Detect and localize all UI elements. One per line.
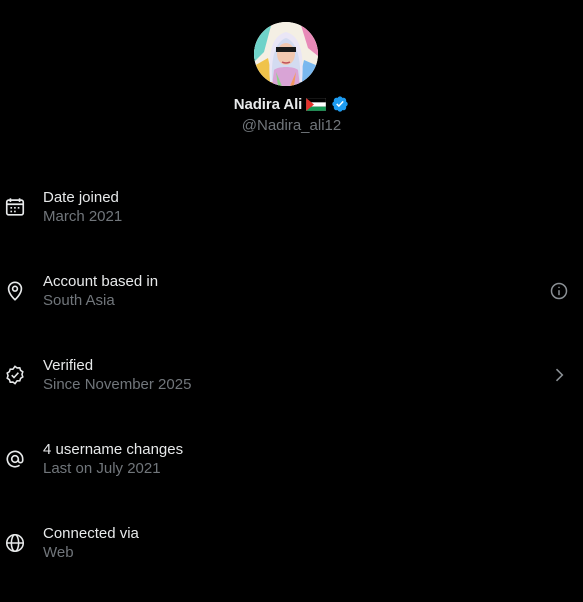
row-text: 4 username changes Last on July 2021 bbox=[43, 440, 183, 479]
row-text: Account based in South Asia bbox=[43, 272, 158, 311]
avatar[interactable] bbox=[254, 22, 318, 86]
at-sign-icon bbox=[4, 448, 26, 470]
row-title: Verified bbox=[43, 357, 94, 374]
row-subtitle: March 2021 bbox=[43, 208, 123, 225]
info-row-username-changes: 4 username changes Last on July 2021 bbox=[0, 418, 583, 502]
location-pin-icon bbox=[4, 280, 26, 302]
handle: @Nadira_ali12 bbox=[241, 117, 342, 134]
name-row: Nadira Ali bbox=[0, 94, 583, 114]
profile-header: Nadira Ali @Nadira_ali12 bbox=[0, 0, 583, 140]
info-row-connected-via: Connected via Web bbox=[0, 502, 583, 586]
chevron-right-icon[interactable] bbox=[549, 365, 569, 385]
info-row-account-based-in: Account based in South Asia bbox=[0, 250, 583, 334]
info-icon[interactable] bbox=[549, 281, 569, 301]
row-subtitle: Web bbox=[43, 544, 74, 561]
row-title: 4 username changes bbox=[43, 441, 184, 458]
account-info-list: Date joined March 2021 Account based in … bbox=[0, 166, 583, 586]
globe-icon bbox=[4, 532, 26, 554]
palestine-flag-icon bbox=[305, 97, 327, 111]
avatar-image bbox=[254, 22, 318, 86]
row-title: Account based in bbox=[43, 273, 159, 290]
row-title: Date joined bbox=[43, 189, 119, 206]
verified-outline-icon bbox=[4, 364, 26, 386]
calendar-icon bbox=[4, 196, 26, 218]
display-name: Nadira Ali bbox=[233, 95, 303, 113]
row-subtitle: Last on July 2021 bbox=[43, 460, 161, 477]
row-title: Connected via bbox=[43, 525, 139, 542]
row-text: Verified Since November 2025 bbox=[43, 356, 191, 395]
row-text: Date joined March 2021 bbox=[43, 188, 122, 227]
row-subtitle: South Asia bbox=[43, 292, 115, 309]
row-subtitle: Since November 2025 bbox=[43, 376, 192, 393]
info-row-date-joined: Date joined March 2021 bbox=[0, 166, 583, 250]
row-text: Connected via Web bbox=[43, 524, 139, 563]
verified-badge-icon[interactable] bbox=[331, 95, 349, 113]
info-row-verified[interactable]: Verified Since November 2025 bbox=[0, 334, 583, 418]
